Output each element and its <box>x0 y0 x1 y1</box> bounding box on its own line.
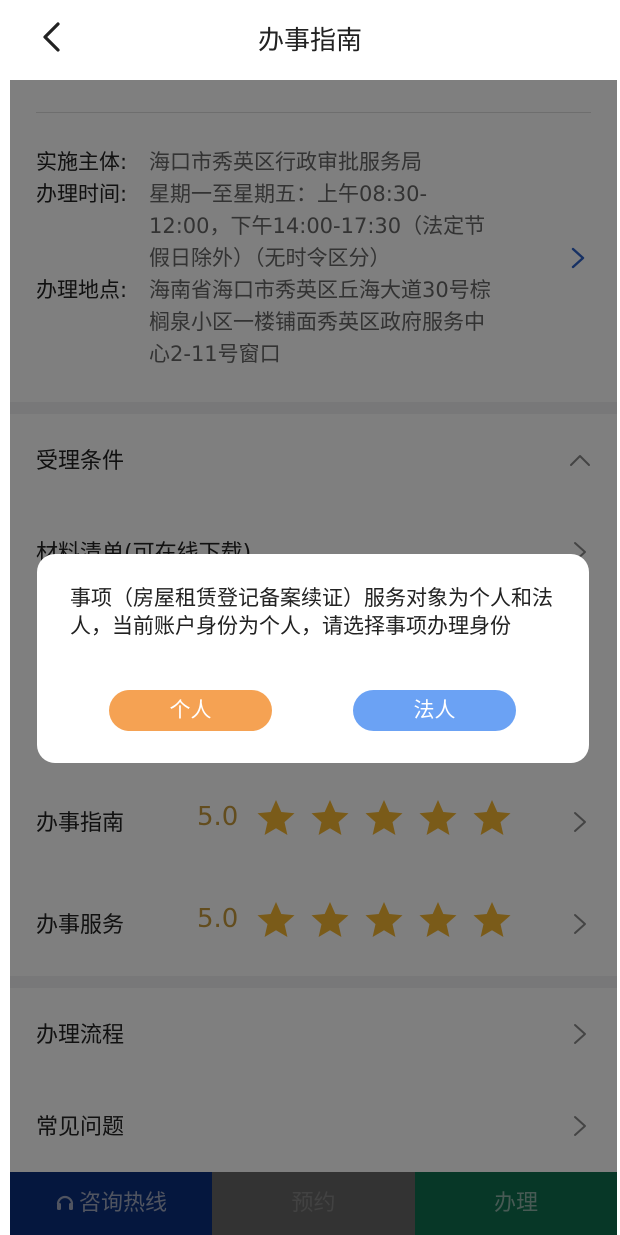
page-title: 办事指南 <box>257 26 362 56</box>
dialog-message: 事项（房屋租赁登记备案续证）服务对象为个人和法人，当前账户身份为个人，请选择事项… <box>70 586 553 638</box>
identity-select-dialog: 事项（房屋租赁登记备案续证）服务对象为个人和法人，当前账户身份为个人，请选择事项… <box>37 554 589 763</box>
top-bar: 办事指南 <box>0 0 620 80</box>
legal-entity-button[interactable]: 法人 <box>353 690 516 731</box>
personal-button[interactable]: 个人 <box>109 690 272 731</box>
